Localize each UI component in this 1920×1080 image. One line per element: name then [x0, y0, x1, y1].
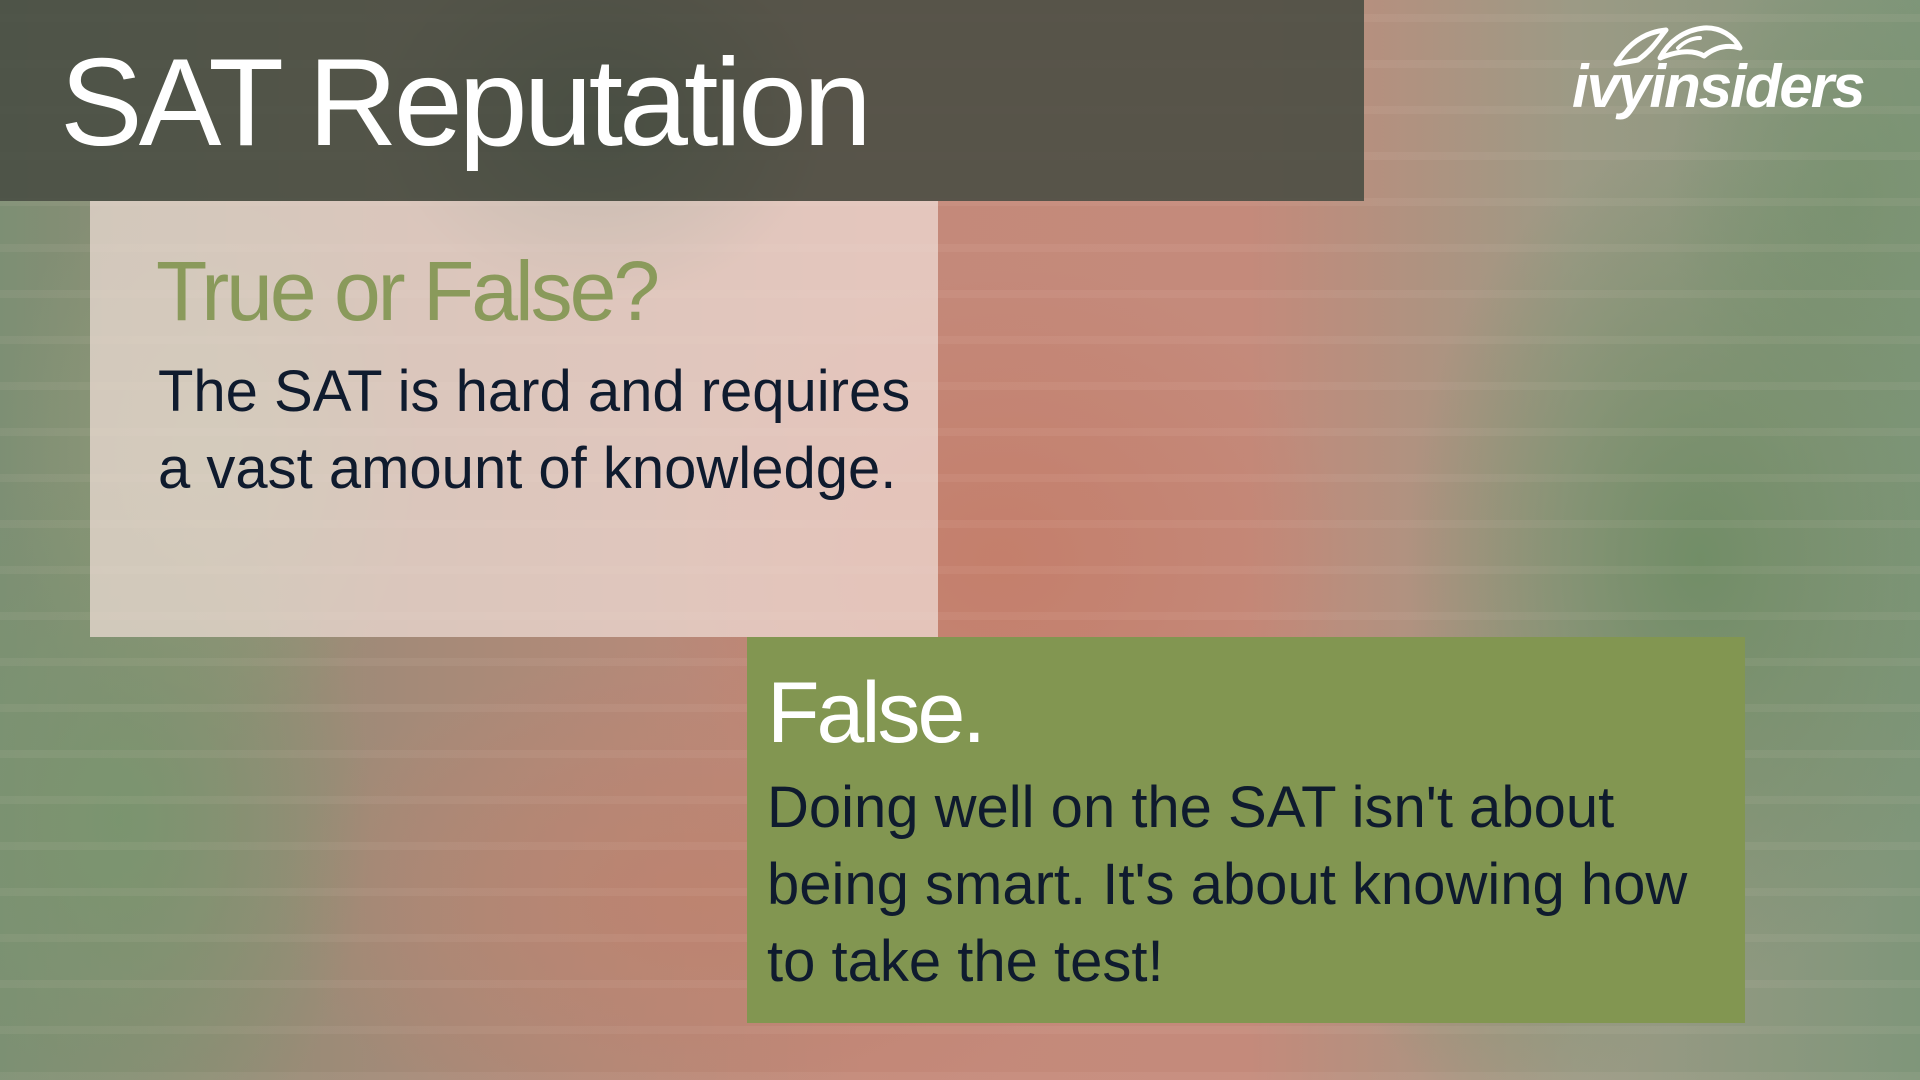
question-statement: The SAT is hard and requires a vast amou…	[158, 359, 911, 501]
slide: SAT Reputation ivyinsiders True or False…	[0, 0, 1920, 1080]
question-heading: True or False?	[156, 244, 660, 338]
question-box: True or False? The SAT is hard and requi…	[90, 201, 938, 637]
title-bar: SAT Reputation	[0, 0, 1364, 201]
answer-box: False. Doing well on the SAT isn't about…	[747, 637, 1745, 1023]
logo-wordmark: ivyinsiders	[1572, 53, 1866, 120]
answer-explanation: Doing well on the SAT isn't about being …	[767, 775, 1688, 994]
answer-heading: False.	[767, 665, 986, 761]
logo: ivyinsiders	[1572, 22, 1892, 126]
slide-title: SAT Reputation	[60, 34, 872, 172]
